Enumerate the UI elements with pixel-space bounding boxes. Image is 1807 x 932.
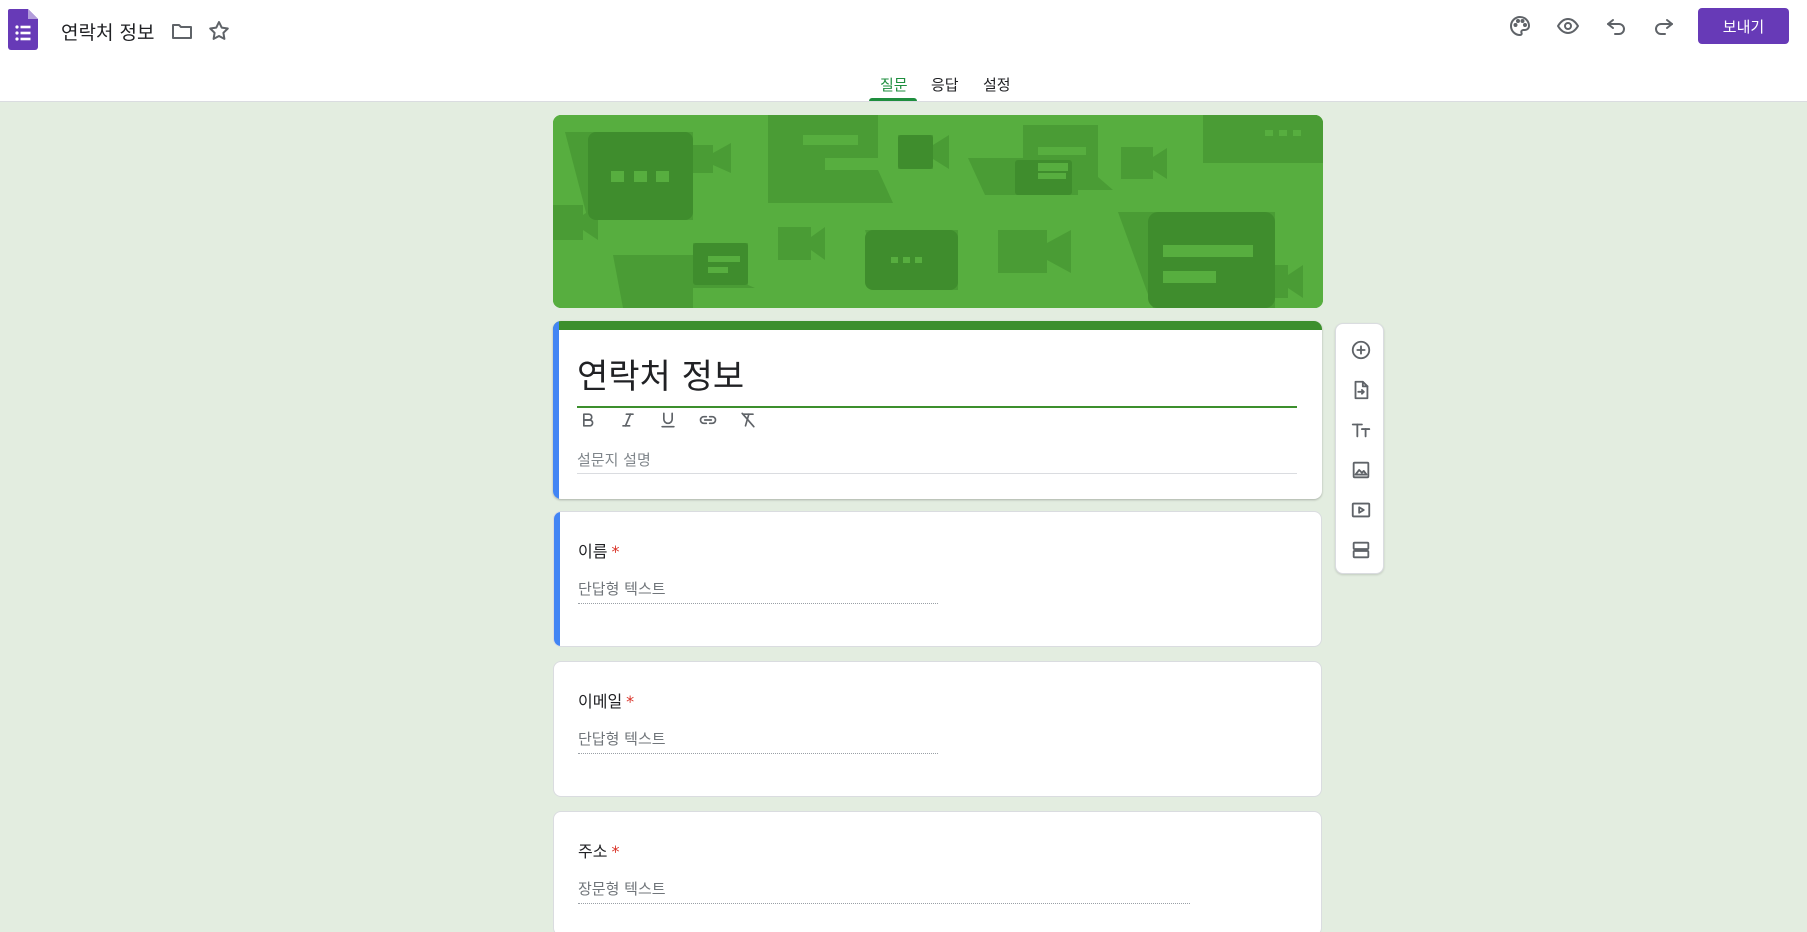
app-header: 연락처 정보 보내기 질문 응답 설정 — [0, 0, 1807, 102]
add-image-icon[interactable] — [1348, 457, 1374, 483]
add-title-icon[interactable] — [1348, 417, 1374, 443]
add-section-icon[interactable] — [1348, 537, 1374, 563]
question-card[interactable]: 이메일 * 단답형 텍스트 — [553, 661, 1322, 797]
paragraph-answer-field: 장문형 텍스트 — [578, 878, 1190, 904]
floating-toolbar — [1335, 323, 1384, 574]
bold-icon[interactable] — [577, 409, 599, 431]
question-label: 이름 * — [578, 538, 619, 562]
import-questions-icon[interactable] — [1348, 377, 1374, 403]
short-answer-field: 단답형 텍스트 — [578, 728, 938, 754]
folder-icon[interactable] — [168, 17, 196, 45]
forms-logo-icon[interactable] — [8, 9, 38, 50]
active-tab-indicator — [869, 98, 917, 101]
tab-bar: 질문 응답 설정 — [0, 70, 1807, 102]
header-banner-image — [553, 115, 1323, 308]
theme-color-bar — [553, 321, 1322, 330]
question-title: 주소 — [578, 842, 608, 861]
selected-card-indicator — [553, 321, 559, 499]
question-title: 이메일 — [578, 692, 623, 711]
tab-responses[interactable]: 응답 — [931, 74, 959, 95]
question-label: 주소 * — [578, 838, 619, 862]
form-description-input[interactable]: 설문지 설명 — [577, 449, 1297, 474]
add-question-icon[interactable] — [1348, 337, 1374, 363]
underline-icon[interactable] — [657, 409, 679, 431]
undo-icon[interactable] — [1602, 12, 1630, 40]
question-card[interactable]: 이름 * 단답형 텍스트 — [553, 511, 1322, 647]
document-title[interactable]: 연락처 정보 — [61, 18, 154, 45]
selected-card-indicator — [554, 512, 560, 646]
redo-icon[interactable] — [1650, 12, 1678, 40]
question-card[interactable]: 주소 * 장문형 텍스트 — [553, 811, 1322, 932]
italic-icon[interactable] — [617, 409, 639, 431]
link-icon[interactable] — [697, 409, 719, 431]
formatting-toolbar — [577, 409, 759, 431]
clear-format-icon[interactable] — [737, 409, 759, 431]
question-title: 이름 — [578, 542, 608, 561]
tab-questions[interactable]: 질문 — [880, 74, 908, 95]
form-title-card: 연락처 정보 설문지 설명 — [553, 321, 1322, 499]
question-label: 이메일 * — [578, 688, 634, 712]
form-title-input[interactable]: 연락처 정보 — [577, 349, 1297, 408]
required-mark: * — [626, 692, 635, 711]
tab-settings[interactable]: 설정 — [983, 74, 1011, 95]
short-answer-field: 단답형 텍스트 — [578, 578, 938, 604]
star-icon[interactable] — [205, 17, 233, 45]
palette-icon[interactable] — [1506, 12, 1534, 40]
required-mark: * — [611, 542, 620, 561]
eye-icon[interactable] — [1554, 12, 1582, 40]
add-video-icon[interactable] — [1348, 497, 1374, 523]
send-button[interactable]: 보내기 — [1698, 8, 1789, 44]
required-mark: * — [611, 842, 620, 861]
